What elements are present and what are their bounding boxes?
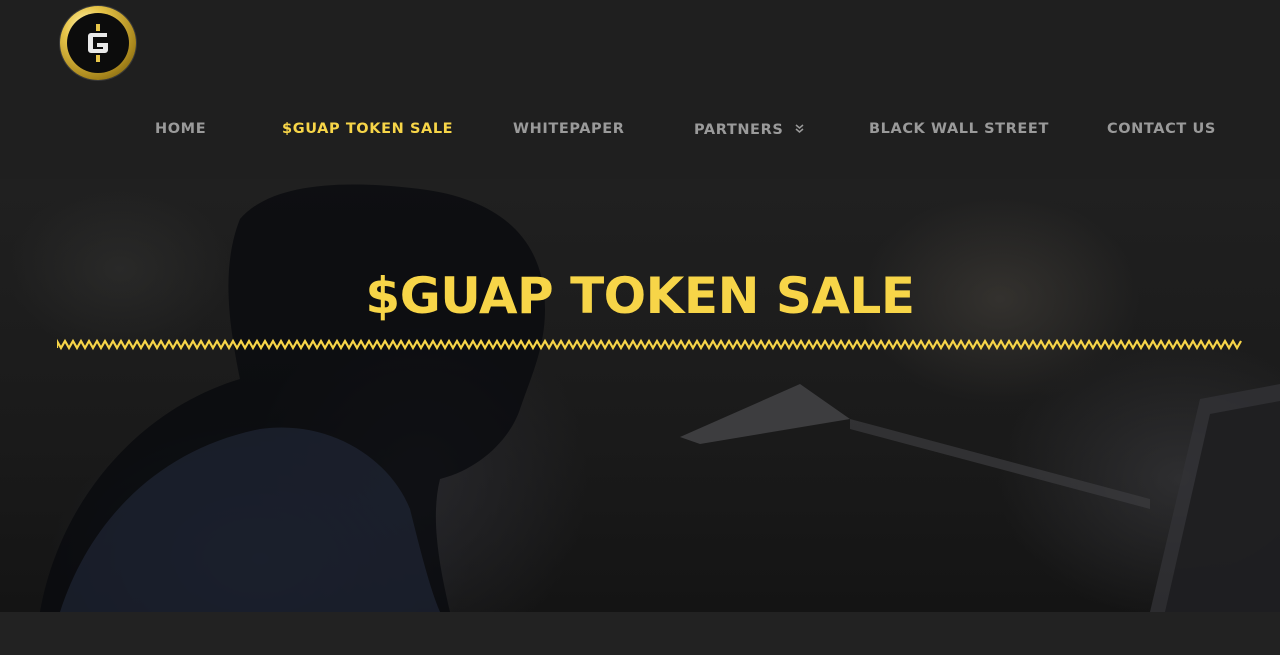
- page-footer-strip: [0, 612, 1280, 655]
- site-header: HOME $GUAP TOKEN SALE WHITEPAPER PARTNER…: [0, 0, 1280, 179]
- zigzag-divider: [57, 338, 1242, 351]
- nav-black-wall-street[interactable]: BLACK WALL STREET: [869, 115, 1049, 143]
- nav-token-sale[interactable]: $GUAP TOKEN SALE: [282, 115, 453, 143]
- hero-banner: $GUAP TOKEN SALE: [0, 179, 1280, 612]
- hero-background-image: [40, 184, 1280, 612]
- hero-title: $GUAP TOKEN SALE: [365, 267, 915, 325]
- guap-logo-icon[interactable]: [60, 6, 136, 80]
- nav-contact-us[interactable]: CONTACT US: [1107, 115, 1216, 143]
- chevron-double-down-icon: [795, 115, 804, 143]
- main-nav: HOME $GUAP TOKEN SALE WHITEPAPER PARTNER…: [0, 115, 1280, 143]
- nav-whitepaper[interactable]: WHITEPAPER: [513, 115, 625, 143]
- nav-partners-label: PARTNERS: [694, 122, 784, 138]
- nav-partners[interactable]: PARTNERS: [694, 115, 804, 143]
- nav-home[interactable]: HOME: [155, 115, 206, 143]
- g-coin-glyph-icon: [88, 24, 108, 62]
